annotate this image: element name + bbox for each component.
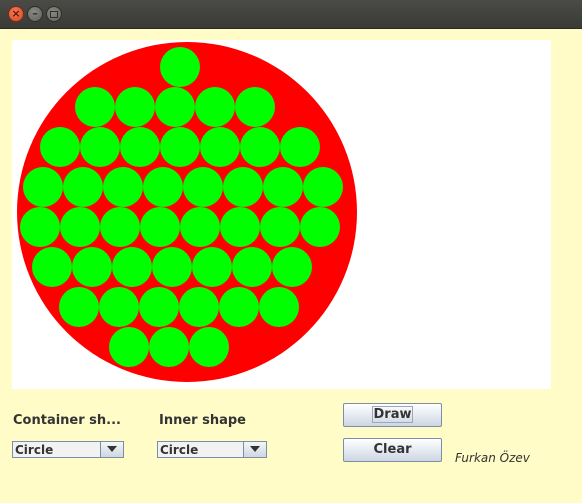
inner-circle (160, 47, 200, 87)
title-bar: × – (0, 0, 582, 29)
draw-button-label: Draw (371, 406, 414, 423)
inner-circle (80, 127, 120, 167)
inner-circle (63, 167, 103, 207)
inner-circle (179, 287, 219, 327)
inner-circle (272, 247, 312, 287)
draw-button[interactable]: Draw (343, 403, 442, 427)
drawing-canvas (12, 40, 551, 389)
inner-circle (139, 287, 179, 327)
inner-circle (220, 207, 260, 247)
inner-shape-select[interactable]: Circle (157, 441, 267, 458)
inner-circle (72, 247, 112, 287)
inner-circle (160, 127, 200, 167)
inner-circle (60, 207, 100, 247)
inner-circle (280, 127, 320, 167)
inner-circle (99, 287, 139, 327)
inner-circle (235, 87, 275, 127)
inner-circle (75, 87, 115, 127)
shape-drawing (17, 42, 357, 382)
inner-circle (195, 87, 235, 127)
inner-circle (300, 207, 340, 247)
inner-circle (200, 127, 240, 167)
container-shape-value: Circle (15, 443, 54, 457)
inner-circle (59, 287, 99, 327)
inner-circle (32, 247, 72, 287)
inner-circle (112, 247, 152, 287)
inner-shape-value: Circle (160, 443, 199, 457)
minimize-window-button[interactable]: – (27, 6, 43, 22)
inner-circle (155, 87, 195, 127)
author-name: Furkan Özev (455, 451, 530, 465)
container-shape-select[interactable]: Circle (12, 441, 124, 458)
inner-circle (189, 327, 229, 367)
inner-circle (303, 167, 343, 207)
chevron-down-icon[interactable] (100, 442, 123, 457)
clear-button[interactable]: Clear (343, 438, 442, 462)
inner-circle (143, 167, 183, 207)
inner-circle (149, 327, 189, 367)
inner-shape-label: Inner shape (159, 413, 246, 428)
inner-circle (232, 247, 272, 287)
inner-circle (100, 207, 140, 247)
inner-circle (23, 167, 63, 207)
inner-circle (260, 207, 300, 247)
inner-circle (240, 127, 280, 167)
inner-circle (120, 127, 160, 167)
container-shape-label: Container sh... (13, 413, 121, 428)
chevron-down-icon[interactable] (243, 442, 266, 457)
maximize-window-button[interactable] (46, 6, 62, 22)
inner-circle (103, 167, 143, 207)
inner-circle (152, 247, 192, 287)
inner-circle (219, 287, 259, 327)
clear-button-label: Clear (373, 442, 412, 457)
inner-circle (263, 167, 303, 207)
inner-circle (180, 207, 220, 247)
inner-circle (140, 207, 180, 247)
close-window-button[interactable]: × (8, 6, 24, 22)
inner-circle (20, 207, 60, 247)
inner-circle (259, 287, 299, 327)
inner-circle (115, 87, 155, 127)
inner-circle (109, 327, 149, 367)
inner-circle (40, 127, 80, 167)
inner-circle (192, 247, 232, 287)
inner-circle (183, 167, 223, 207)
inner-circle (223, 167, 263, 207)
